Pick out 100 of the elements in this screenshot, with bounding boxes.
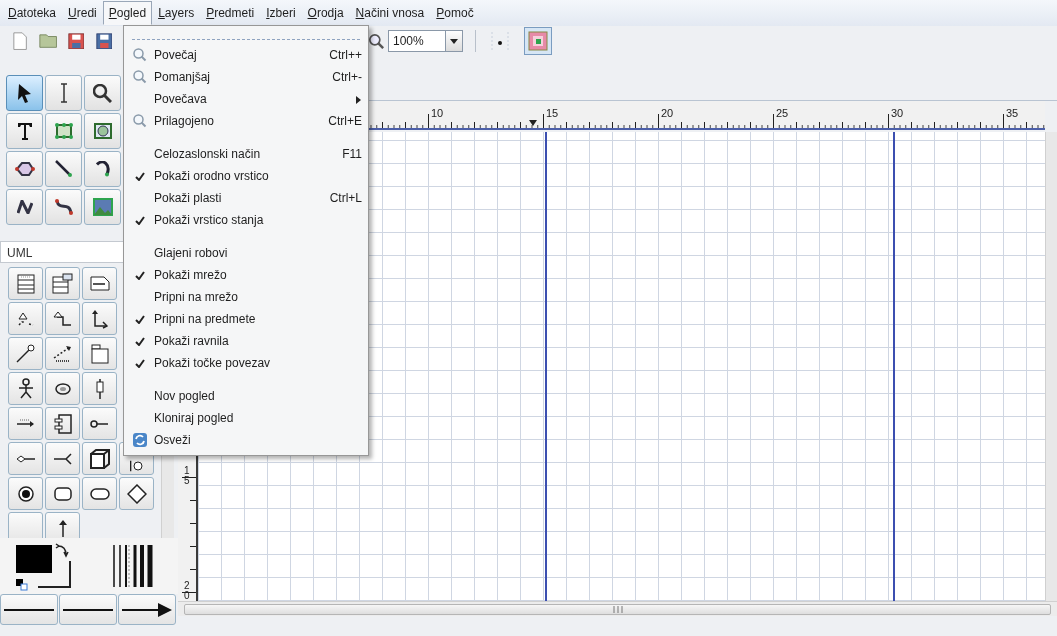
line-icon bbox=[62, 608, 114, 611]
menu-item[interactable]: Pokaži mrežo bbox=[126, 264, 366, 286]
tool-button[interactable] bbox=[84, 151, 121, 187]
show-connection-points-button[interactable] bbox=[524, 27, 552, 55]
shape-button[interactable] bbox=[8, 442, 43, 475]
shape-button[interactable] bbox=[45, 407, 80, 440]
shape-button[interactable] bbox=[8, 407, 43, 440]
tool-button[interactable] bbox=[84, 75, 121, 111]
tool-button[interactable] bbox=[84, 113, 121, 149]
menu-item[interactable]: Kloniraj pogled bbox=[126, 407, 366, 429]
menu-item[interactable]: Pogled bbox=[102, 1, 153, 25]
template-class-icon bbox=[52, 273, 73, 294]
shape-button[interactable] bbox=[119, 477, 154, 510]
dropdown-button[interactable] bbox=[445, 30, 463, 52]
package-icon bbox=[90, 343, 109, 364]
shape-button[interactable] bbox=[45, 372, 80, 405]
menu-item[interactable]: Predmeti bbox=[200, 1, 261, 25]
constraint-icon bbox=[53, 345, 72, 362]
snap-to-grid-button[interactable] bbox=[488, 29, 512, 53]
shape-button[interactable] bbox=[82, 267, 117, 300]
realization-icon bbox=[91, 308, 108, 329]
menu-item[interactable]: Načini vnosa bbox=[349, 1, 431, 25]
text-icon bbox=[16, 121, 33, 141]
save-as-icon bbox=[95, 32, 113, 50]
magnifier-icon bbox=[133, 70, 147, 84]
shape-button[interactable] bbox=[8, 372, 43, 405]
rectangle-icon bbox=[53, 122, 74, 140]
ruler-label: 30 bbox=[891, 107, 904, 119]
ruler-label: 20 bbox=[661, 107, 674, 119]
image-icon bbox=[92, 198, 113, 216]
menu-item[interactable]: Pomanjšaj Ctrl+- bbox=[126, 66, 366, 88]
dot-icon bbox=[491, 31, 509, 51]
line-style-button[interactable] bbox=[118, 594, 176, 625]
menu-item[interactable]: Pripni na mrežo bbox=[126, 286, 366, 308]
line-icon bbox=[3, 608, 55, 611]
shape-button[interactable] bbox=[82, 477, 117, 510]
stick-figure-icon bbox=[17, 378, 34, 399]
shape-button[interactable] bbox=[45, 302, 80, 335]
tool-button[interactable] bbox=[45, 189, 82, 225]
shape-button[interactable] bbox=[45, 337, 80, 370]
magnifier-icon bbox=[133, 48, 147, 62]
bezier-line-icon bbox=[53, 198, 74, 216]
menu-item[interactable]: Povečaj Ctrl++ bbox=[126, 44, 366, 66]
menu-item[interactable]: Pokaži točke povezav bbox=[126, 352, 366, 374]
shape-button[interactable] bbox=[45, 512, 80, 538]
shape-button[interactable] bbox=[8, 477, 43, 510]
magnifier-icon bbox=[93, 83, 112, 103]
scrollbar[interactable] bbox=[1045, 132, 1057, 601]
shape-button[interactable] bbox=[45, 442, 80, 475]
menu-item[interactable]: Pokaži orodno vrstico bbox=[126, 165, 366, 187]
tool-button[interactable] bbox=[45, 151, 82, 187]
submenu-arrow-icon bbox=[355, 94, 362, 105]
shape-button[interactable] bbox=[82, 442, 117, 475]
menu-item[interactable]: Pokaži vrstico stanja bbox=[126, 209, 366, 231]
tool-button[interactable] bbox=[6, 189, 43, 225]
polygon-icon bbox=[13, 162, 36, 176]
menu-item[interactable]: Layers bbox=[152, 1, 201, 25]
tool-button[interactable] bbox=[6, 75, 43, 111]
menu-item[interactable]: Povečava bbox=[126, 88, 366, 110]
ruler-label: 35 bbox=[1006, 107, 1019, 119]
fork-line-icon bbox=[53, 452, 72, 465]
menu-item[interactable]: Pokaži plasti Ctrl+L bbox=[126, 187, 366, 209]
shape-button[interactable] bbox=[82, 372, 117, 405]
tool-button[interactable] bbox=[6, 113, 43, 149]
line-style-button[interactable] bbox=[0, 594, 58, 625]
menu-item[interactable]: Osveži bbox=[126, 429, 366, 451]
menu-item[interactable]: Pomoč bbox=[430, 1, 480, 25]
grip-icon bbox=[612, 604, 623, 614]
shape-button[interactable] bbox=[82, 302, 117, 335]
menu-item[interactable]: Izberi bbox=[260, 1, 302, 25]
line-icon bbox=[54, 160, 73, 178]
tool-button[interactable] bbox=[45, 113, 82, 149]
magnifier-icon bbox=[133, 114, 147, 128]
dotted-arrow-icon bbox=[17, 311, 34, 326]
scrollbar-thumb[interactable] bbox=[184, 603, 1051, 615]
menu-item[interactable]: Pripni na predmete bbox=[126, 308, 366, 330]
marker-icon bbox=[527, 119, 538, 127]
shape-button[interactable] bbox=[45, 477, 80, 510]
shape-button[interactable] bbox=[82, 407, 117, 440]
ruler-label: 25 bbox=[776, 107, 789, 119]
ruler-label: 10 bbox=[431, 107, 444, 119]
frame-icon bbox=[528, 31, 548, 51]
menu-item[interactable]: Orodja bbox=[301, 1, 350, 25]
branch-icon bbox=[130, 460, 143, 472]
zoom-field[interactable]: 100% bbox=[388, 30, 446, 52]
generalization-icon bbox=[53, 311, 72, 326]
menu-item[interactable]: Pokaži ravnila bbox=[126, 330, 366, 352]
save-icon bbox=[67, 32, 85, 50]
component-icon bbox=[53, 413, 72, 434]
use-case-icon bbox=[54, 382, 71, 395]
line-style-button[interactable] bbox=[59, 594, 117, 625]
scrollbar[interactable] bbox=[178, 601, 1057, 616]
menu-item[interactable]: Prilagojeno Ctrl+E bbox=[126, 110, 366, 132]
tool-button[interactable] bbox=[6, 151, 43, 187]
menu-item[interactable]: Celozaslonski način F11 bbox=[126, 143, 366, 165]
diamond-line-icon bbox=[15, 454, 36, 463]
menu-item[interactable]: Uredi bbox=[62, 1, 103, 25]
menu-item[interactable]: Datoteka bbox=[2, 1, 63, 25]
menu-item[interactable]: Nov pogled bbox=[126, 385, 366, 407]
ruler-label: 15 bbox=[546, 107, 559, 119]
